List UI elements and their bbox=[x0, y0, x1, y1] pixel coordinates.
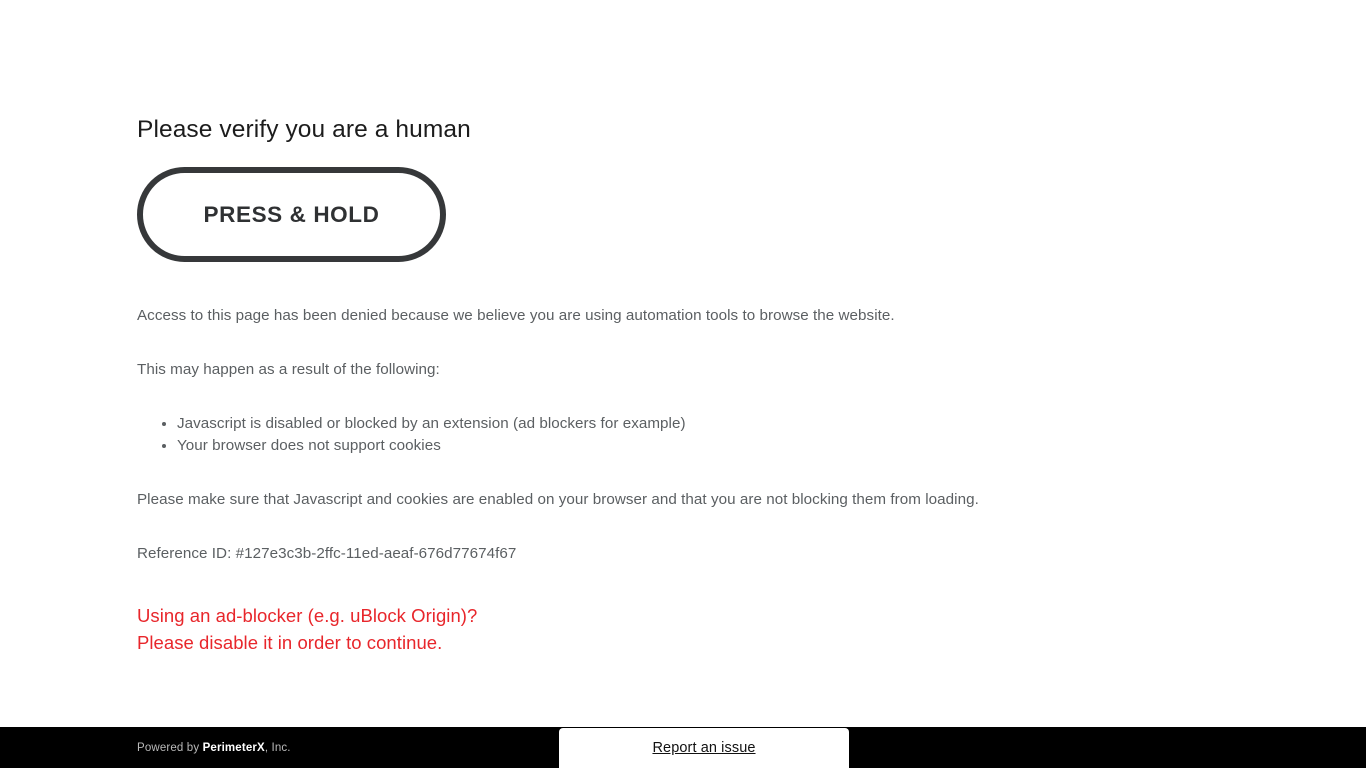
list-item: Javascript is disabled or blocked by an … bbox=[177, 413, 686, 435]
verification-page: Please verify you are a human PRESS & HO… bbox=[0, 0, 1366, 768]
list-item: Your browser does not support cookies bbox=[177, 435, 686, 457]
adblock-warning: Using an ad-blocker (e.g. uBlock Origin)… bbox=[137, 602, 477, 656]
report-an-issue-button[interactable]: Report an issue bbox=[559, 728, 849, 768]
adblock-warning-line-2: Please disable it in order to continue. bbox=[137, 632, 443, 653]
powered-by-prefix: Powered by bbox=[137, 742, 203, 754]
powered-by-suffix: , Inc. bbox=[264, 742, 291, 754]
captcha-widget: PRESS & HOLD bbox=[137, 167, 446, 262]
enable-instructions-text: Please make sure that Javascript and coo… bbox=[137, 491, 979, 508]
reference-id-text: Reference ID: #127e3c3b-2ffc-11ed-aeaf-6… bbox=[137, 545, 517, 562]
adblock-warning-line-1: Using an ad-blocker (e.g. uBlock Origin)… bbox=[137, 605, 478, 626]
powered-by-credit: Powered by PerimeterX, Inc. bbox=[137, 741, 291, 755]
perimeterx-brand-name: PerimeterX bbox=[202, 742, 265, 754]
footer-bar: Powered by PerimeterX, Inc. Report an is… bbox=[0, 727, 1366, 768]
page-title: Please verify you are a human bbox=[137, 116, 471, 143]
report-an-issue-label: Report an issue bbox=[652, 740, 756, 756]
access-denied-message: Access to this page has been denied beca… bbox=[137, 307, 895, 324]
press-and-hold-button[interactable]: PRESS & HOLD bbox=[137, 167, 446, 262]
reasons-intro-text: This may happen as a result of the follo… bbox=[137, 361, 440, 378]
reasons-list: Javascript is disabled or blocked by an … bbox=[137, 413, 686, 457]
